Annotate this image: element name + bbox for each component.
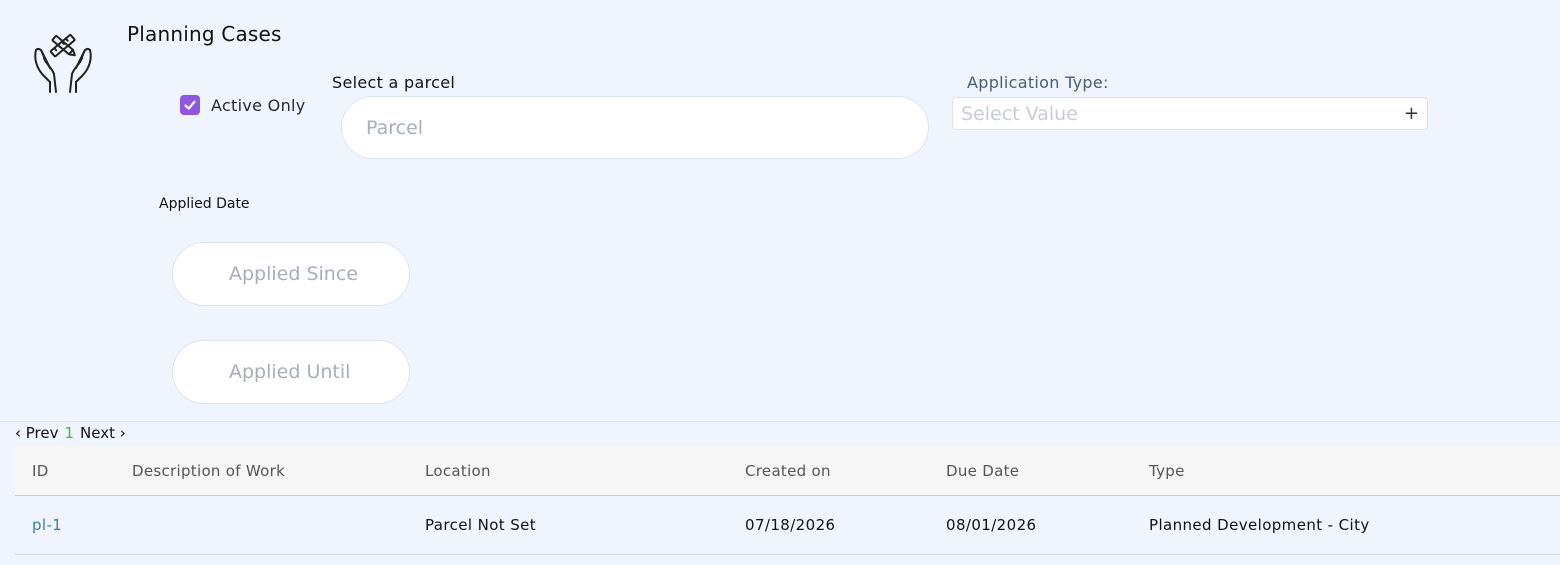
applied-since-input[interactable] [172,242,410,306]
current-page-number[interactable]: 1 [65,424,75,442]
column-header-location[interactable]: Location [425,446,491,495]
checkmark-icon [184,100,196,110]
plus-icon[interactable]: + [1404,104,1419,123]
created-on-cell: 07/18/2026 [745,516,836,534]
column-header-type[interactable]: Type [1149,446,1185,495]
application-type-label: Application Type: [967,73,1109,92]
application-type-placeholder: Select Value [961,102,1078,125]
table-row[interactable]: pl-1 Parcel Not Set 07/18/2026 08/01/202… [15,496,1560,555]
planning-cases-page: Planning Cases Active Only Select a parc… [0,0,1560,565]
applied-until-input[interactable] [172,340,410,404]
applied-date-label: Applied Date [159,196,250,212]
next-page-link[interactable]: Next › [80,424,126,442]
checkbox-checked[interactable] [180,95,200,115]
prev-page-link[interactable]: ‹ Prev [15,424,59,442]
parcel-label: Select a parcel [332,73,456,92]
type-cell: Planned Development - City [1149,516,1370,534]
cases-table: ID Description of Work Location Created … [15,446,1560,555]
pagination: ‹ Prev 1 Next › [15,424,126,442]
parcel-input[interactable] [341,96,929,159]
column-header-id[interactable]: ID [32,446,49,495]
active-only-label: Active Only [211,95,306,115]
divider [0,421,1560,422]
active-only-checkbox[interactable]: Active Only [180,95,306,115]
due-date-cell: 08/01/2026 [946,516,1037,534]
page-title: Planning Cases [127,22,282,46]
column-header-due-date[interactable]: Due Date [946,446,1019,495]
case-id-link[interactable]: pl-1 [32,496,62,554]
planning-hands-icon [34,33,92,93]
column-header-description[interactable]: Description of Work [132,446,285,495]
application-type-select[interactable]: Select Value + [952,97,1428,130]
table-header: ID Description of Work Location Created … [15,446,1560,496]
column-header-created-on[interactable]: Created on [745,446,831,495]
location-cell: Parcel Not Set [425,516,537,534]
